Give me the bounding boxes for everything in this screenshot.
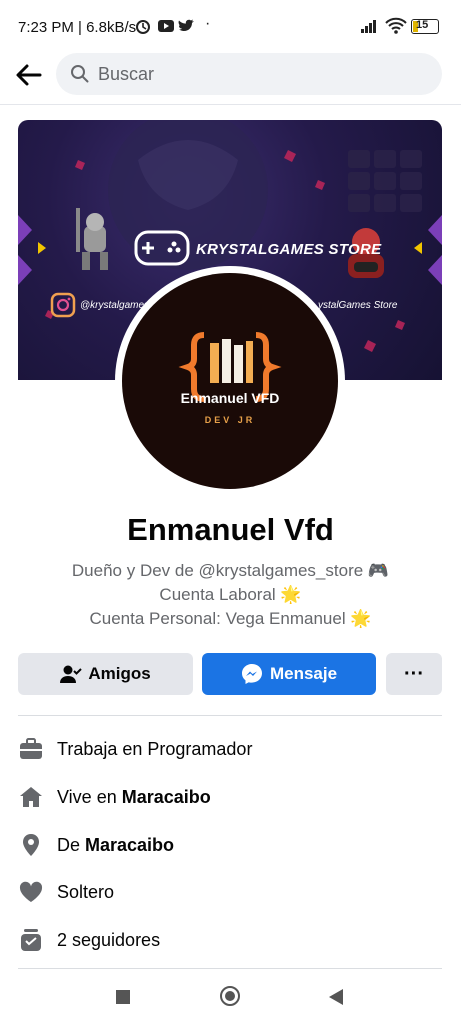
briefcase-icon [20,738,42,759]
bio-line-3: Cuenta Personal: Vega Enmanuel 🌟 [89,609,372,628]
recents-icon[interactable] [116,990,130,1004]
status-time: 7:23 PM | 6.8kB/s [18,19,137,36]
avatar[interactable]: Enmanuel VFD DEV JR [122,273,338,489]
detail-work-text: Trabaja en Programador [57,738,253,759]
messenger-icon [241,664,262,684]
message-button-label: Mensaje [269,664,338,683]
back-arrow-icon[interactable] [14,60,44,90]
more-options-label: ··· [404,662,424,685]
search-placeholder: Buscar [98,64,155,84]
friends-button[interactable]: Amigos [18,653,193,695]
message-button[interactable]: Mensaje [202,653,376,695]
top-bar: Buscar [0,52,461,105]
section-divider [18,715,442,716]
detail-relationship-text: Soltero [57,881,115,902]
detail-work: Trabaja en Programador [18,734,442,764]
detail-followers-text: 2 seguidores [57,929,161,950]
detail-relationship: Soltero [18,877,442,907]
back-nav-icon[interactable] [327,988,345,1006]
more-options-button[interactable]: ··· [386,653,442,695]
home-nav-icon[interactable] [220,986,240,1006]
youtube-icon [158,20,174,32]
battery-level: 15 [416,19,429,31]
search-icon [71,65,89,83]
code-braces-logo-icon [178,332,282,402]
heart-icon [19,881,43,902]
detail-from: De Maracaibo [18,830,442,860]
location-pin-icon [23,834,39,856]
friend-check-icon [60,665,83,683]
detail-from-prefix: De [57,834,86,855]
battery-icon: 15 [411,19,439,34]
detail-lives-city[interactable]: Maracaibo [122,787,211,807]
avatar-name: Enmanuel VFD [180,390,280,406]
bio-line-1: Dueño y Dev de @krystalgames_store 🎮 [71,561,390,580]
status-bar: 7:23 PM | 6.8kB/s · 15 [0,0,461,52]
alarm-icon [136,20,150,34]
signal-icon [361,20,376,33]
followers-icon [21,929,41,951]
search-input[interactable]: Buscar [56,53,442,95]
profile-name: Enmanuel Vfd [127,512,334,547]
wifi-icon [385,17,407,34]
detail-from-city[interactable]: Maracaibo [85,835,174,855]
more-notifications-dot: · [205,15,211,32]
detail-followers[interactable]: 2 seguidores [18,925,442,955]
avatar-subtitle: DEV JR [204,415,256,425]
home-icon [20,787,42,807]
friends-button-label: Amigos [88,664,151,683]
detail-lives-prefix: Vive en [57,786,122,807]
cover-store-name: KRYSTALGAMES STORE [196,241,382,258]
detail-lives: Vive en Maracaibo [18,782,442,812]
system-nav-bar [0,970,461,1024]
bottom-divider [18,968,442,969]
twitter-icon [178,19,194,32]
bio-line-2: Cuenta Laboral 🌟 [159,585,302,604]
